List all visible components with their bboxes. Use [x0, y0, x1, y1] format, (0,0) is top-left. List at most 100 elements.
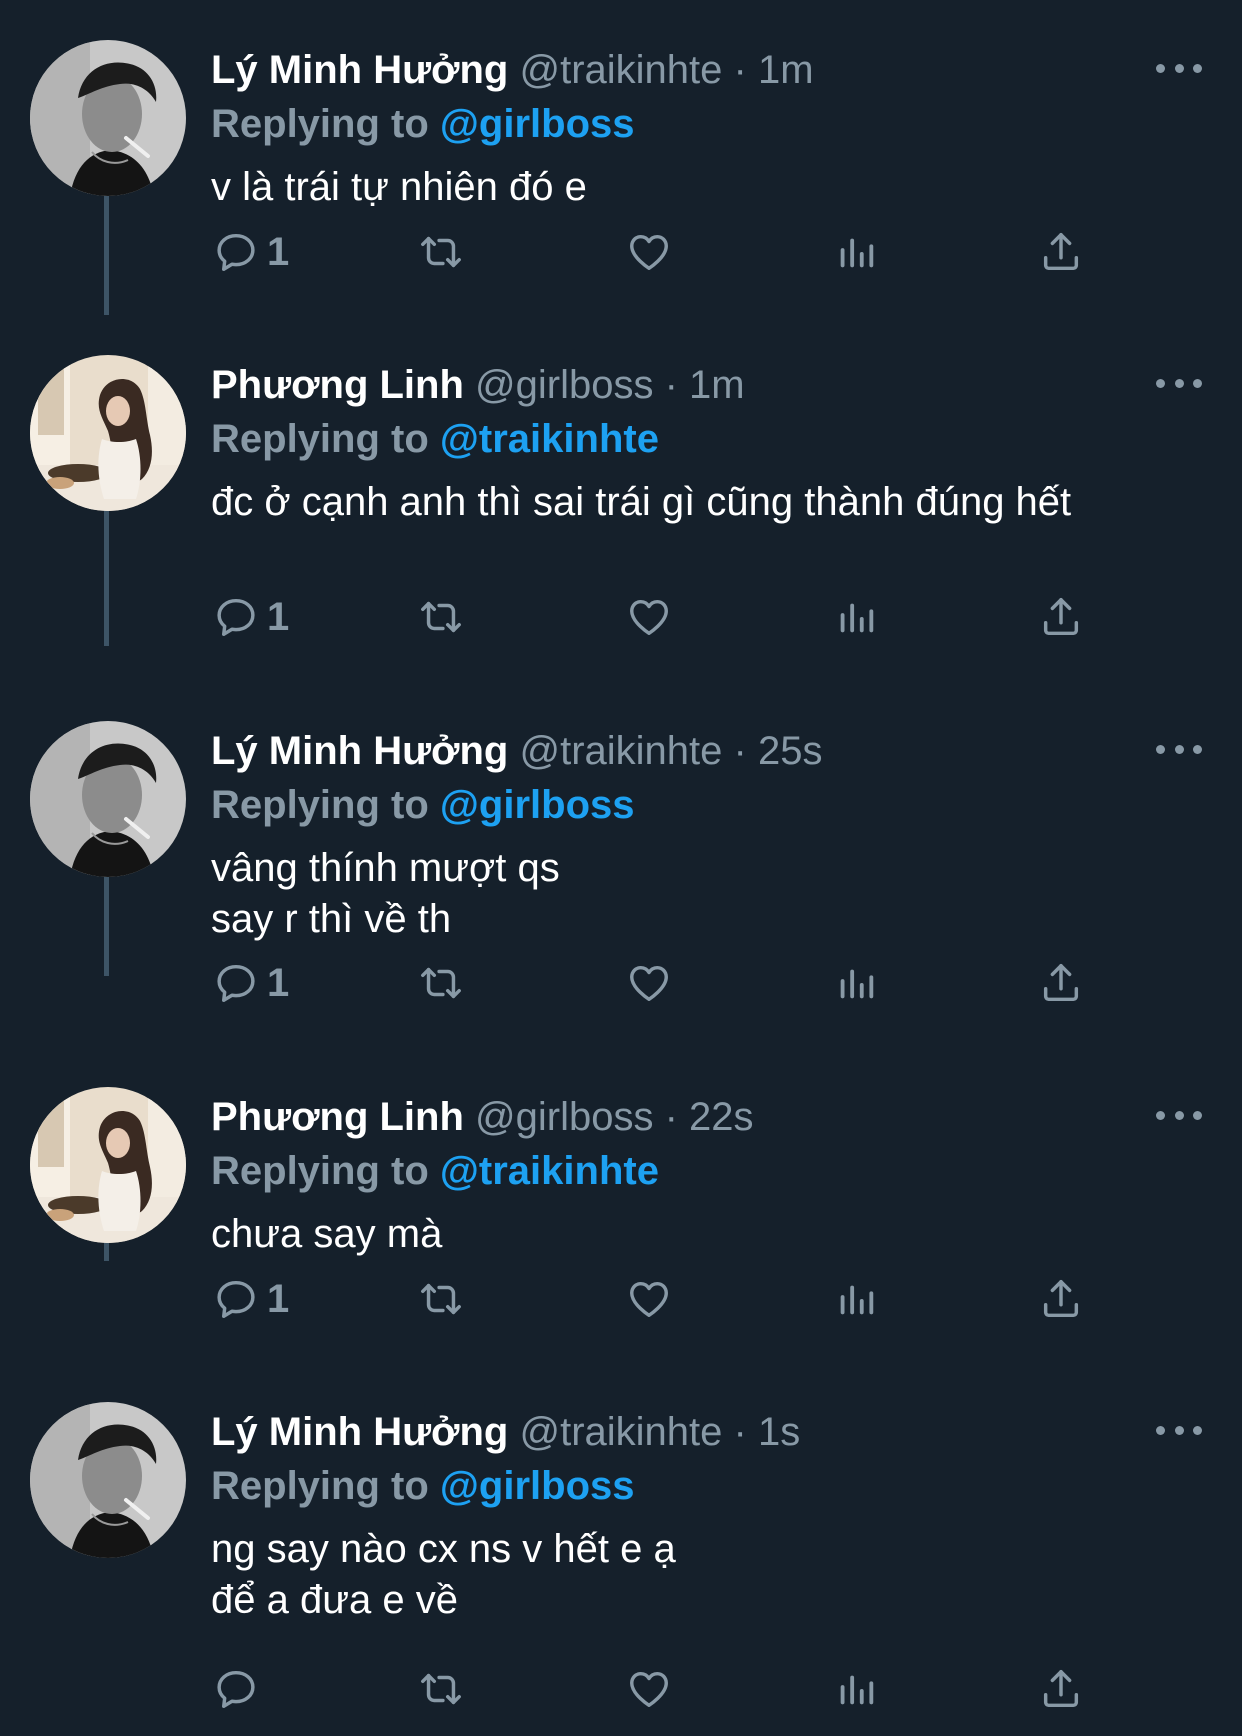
- tweet-actions: 1: [0, 587, 1242, 647]
- author-name[interactable]: Phương Linh: [211, 1095, 464, 1139]
- share-button[interactable]: [1038, 222, 1084, 282]
- tweet-header: Lý Minh Hưởng @traikinhte · 1s: [211, 1408, 800, 1456]
- replying-to: Replying to @girlboss: [211, 781, 635, 829]
- more-icon[interactable]: [1156, 369, 1202, 397]
- analytics-icon: [833, 960, 879, 1006]
- reply-prefix: Replying to: [211, 417, 429, 461]
- heart-icon: [626, 229, 672, 275]
- share-icon: [1038, 1276, 1084, 1322]
- author-name[interactable]: Phương Linh: [211, 363, 464, 407]
- tweet-header: Lý Minh Hưởng @traikinhte · 1m: [211, 46, 814, 94]
- like-button[interactable]: [626, 1659, 672, 1719]
- retweet-button[interactable]: [418, 1269, 464, 1329]
- avatar[interactable]: [30, 1087, 186, 1243]
- retweet-icon: [418, 1276, 464, 1322]
- retweet-icon: [418, 594, 464, 640]
- retweet-icon: [418, 960, 464, 1006]
- tweet-text: đc ở cạnh anh thì sai trái gì cũng thành…: [211, 480, 1072, 524]
- analytics-button[interactable]: [833, 222, 879, 282]
- retweet-button[interactable]: [418, 587, 464, 647]
- avatar[interactable]: [30, 355, 186, 511]
- analytics-button[interactable]: [833, 1659, 879, 1719]
- retweet-button[interactable]: [418, 222, 464, 282]
- tweet-actions: 1: [0, 1269, 1242, 1329]
- reply-button[interactable]: [213, 1659, 267, 1719]
- more-icon[interactable]: [1156, 1416, 1202, 1444]
- reply-button[interactable]: 1: [213, 953, 289, 1013]
- author-name[interactable]: Lý Minh Hưởng: [211, 729, 508, 773]
- tweet[interactable]: Lý Minh Hưởng @traikinhte · 1m Replying …: [0, 40, 1242, 320]
- share-icon: [1038, 594, 1084, 640]
- like-button[interactable]: [626, 953, 672, 1013]
- more-icon[interactable]: [1156, 735, 1202, 763]
- tweet[interactable]: Phương Linh @girlboss · 1m Replying to @…: [0, 355, 1242, 655]
- analytics-icon: [833, 1666, 879, 1712]
- avatar[interactable]: [30, 40, 186, 196]
- author-handle-time: @traikinhte · 1s: [519, 1410, 801, 1454]
- reply-icon: [213, 229, 259, 275]
- reply-prefix: Replying to: [211, 1149, 429, 1193]
- like-button[interactable]: [626, 222, 672, 282]
- share-icon: [1038, 960, 1084, 1006]
- author-handle-time: @girlboss · 22s: [475, 1095, 754, 1139]
- reply-count: 1: [267, 230, 290, 274]
- reply-handle-link[interactable]: @traikinhte: [440, 417, 659, 461]
- analytics-icon: [833, 594, 879, 640]
- reply-icon: [213, 594, 259, 640]
- share-button[interactable]: [1038, 587, 1084, 647]
- tweet-text: ng say nào cx ns v hết e ạ để a đưa e về: [211, 1527, 676, 1622]
- author-handle-time: @traikinhte · 25s: [519, 729, 823, 773]
- analytics-button[interactable]: [833, 953, 879, 1013]
- reply-icon: [213, 960, 259, 1006]
- tweet-actions: 1: [0, 953, 1242, 1013]
- retweet-button[interactable]: [418, 1659, 464, 1719]
- share-icon: [1038, 229, 1084, 275]
- author-handle-time: @traikinhte · 1m: [519, 48, 814, 92]
- avatar[interactable]: [30, 721, 186, 877]
- tweet-header: Lý Minh Hưởng @traikinhte · 25s: [211, 727, 822, 775]
- reply-handle-link[interactable]: @traikinhte: [440, 1149, 659, 1193]
- heart-icon: [626, 1666, 672, 1712]
- tweet-actions: 1: [0, 222, 1242, 282]
- share-button[interactable]: [1038, 1659, 1084, 1719]
- replying-to: Replying to @girlboss: [211, 100, 635, 148]
- heart-icon: [626, 1276, 672, 1322]
- more-icon[interactable]: [1156, 54, 1202, 82]
- analytics-button[interactable]: [833, 1269, 879, 1329]
- share-icon: [1038, 1666, 1084, 1712]
- tweet-thread: Lý Minh Hưởng @traikinhte · 1m Replying …: [0, 0, 1242, 1736]
- retweet-button[interactable]: [418, 953, 464, 1013]
- reply-handle-link[interactable]: @girlboss: [440, 783, 635, 827]
- analytics-button[interactable]: [833, 587, 879, 647]
- heart-icon: [626, 960, 672, 1006]
- share-button[interactable]: [1038, 953, 1084, 1013]
- like-button[interactable]: [626, 587, 672, 647]
- tweet[interactable]: Lý Minh Hưởng @traikinhte · 1s Replying …: [0, 1402, 1242, 1702]
- author-name[interactable]: Lý Minh Hưởng: [211, 1410, 508, 1454]
- reply-handle-link[interactable]: @girlboss: [440, 102, 635, 146]
- reply-prefix: Replying to: [211, 102, 429, 146]
- analytics-icon: [833, 1276, 879, 1322]
- reply-button[interactable]: 1: [213, 587, 289, 647]
- like-button[interactable]: [626, 1269, 672, 1329]
- tweet-header: Phương Linh @girlboss · 22s: [211, 1093, 754, 1141]
- reply-handle-link[interactable]: @girlboss: [440, 1464, 635, 1508]
- reply-count: 1: [267, 1277, 290, 1321]
- reply-button[interactable]: 1: [213, 222, 289, 282]
- reply-prefix: Replying to: [211, 1464, 429, 1508]
- tweet[interactable]: Phương Linh @girlboss · 22s Replying to …: [0, 1087, 1242, 1367]
- tweet-text: chưa say mà: [211, 1212, 443, 1256]
- reply-button[interactable]: 1: [213, 1269, 289, 1329]
- author-name[interactable]: Lý Minh Hưởng: [211, 48, 508, 92]
- replying-to: Replying to @traikinhte: [211, 415, 659, 463]
- share-button[interactable]: [1038, 1269, 1084, 1329]
- tweet[interactable]: Lý Minh Hưởng @traikinhte · 25s Replying…: [0, 721, 1242, 1021]
- replying-to: Replying to @girlboss: [211, 1462, 635, 1510]
- more-icon[interactable]: [1156, 1101, 1202, 1129]
- reply-icon: [213, 1276, 259, 1322]
- tweet-text: v là trái tự nhiên đó e: [211, 165, 587, 209]
- tweet-actions: [0, 1659, 1242, 1719]
- reply-prefix: Replying to: [211, 783, 429, 827]
- reply-count: 1: [267, 961, 290, 1005]
- avatar[interactable]: [30, 1402, 186, 1558]
